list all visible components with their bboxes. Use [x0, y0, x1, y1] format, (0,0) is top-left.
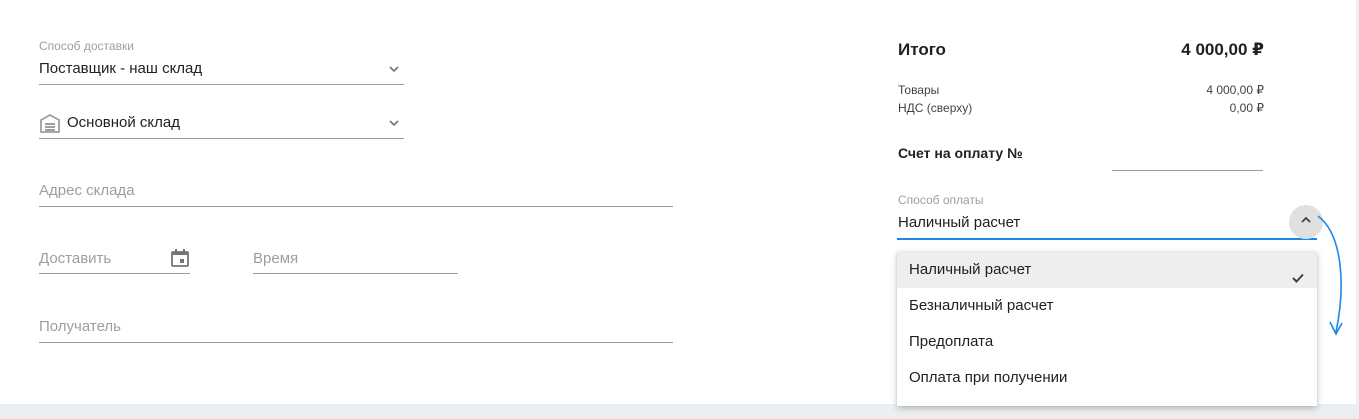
warehouse-address-underline	[39, 206, 673, 207]
delivery-date-placeholder: Доставить	[39, 250, 112, 267]
recipient-underline	[39, 342, 673, 343]
payment-option-cashless[interactable]: Безналичный расчет	[897, 288, 1317, 324]
payment-method-dropdown: Наличный расчет Безналичный расчет Предо…	[897, 252, 1317, 406]
check-icon	[1291, 263, 1305, 283]
payment-option-label: Оплата при получении	[909, 369, 1068, 386]
scroll-hint-arrow-icon	[1317, 215, 1343, 336]
invoice-label: Счет на оплату №	[898, 145, 1023, 161]
payment-option-on-delivery[interactable]: Оплата при получении	[897, 360, 1317, 396]
warehouse-value: Основной склад	[67, 114, 181, 131]
payment-method-value[interactable]: Наличный расчет	[898, 214, 1020, 231]
warehouse-icon	[39, 112, 61, 134]
payment-option-label: Безналичный расчет	[909, 297, 1054, 314]
delivery-time-input[interactable]: Время	[253, 246, 458, 276]
chevron-up-icon	[1300, 213, 1312, 231]
payment-option-prepayment[interactable]: Предоплата	[897, 324, 1317, 360]
recipient-input[interactable]: Получатель	[39, 316, 673, 344]
delivery-time-placeholder: Время	[253, 250, 299, 267]
payment-option-label: Предоплата	[909, 333, 994, 350]
recipient-placeholder: Получатель	[39, 318, 121, 335]
summary-total: 4 000,00 ₽	[1181, 40, 1264, 59]
payment-option-cash[interactable]: Наличный расчет	[897, 252, 1317, 288]
page-footer-strip	[0, 404, 1359, 419]
payment-option-label: Наличный расчет	[909, 261, 1032, 278]
chevron-down-icon[interactable]	[388, 63, 400, 75]
delivery-method-underline	[39, 84, 404, 85]
delivery-time-underline	[253, 273, 458, 274]
payment-method-label: Способ оплаты	[898, 193, 984, 207]
delivery-date-underline	[39, 273, 190, 274]
delivery-method-select[interactable]: Способ доставки Поставщик - наш склад	[39, 39, 404, 85]
goods-value: 4 000,00 ₽	[1206, 83, 1264, 97]
vat-value: 0,00 ₽	[1229, 101, 1264, 115]
delivery-method-value: Поставщик - наш склад	[39, 60, 203, 77]
warehouse-address-input[interactable]: Адрес склада	[39, 180, 673, 208]
invoice-number-input[interactable]	[1112, 170, 1263, 171]
delivery-method-label: Способ доставки	[39, 39, 134, 53]
summary-title: Итого	[898, 40, 946, 59]
delivery-date-input[interactable]: Доставить	[39, 246, 190, 276]
warehouse-underline	[39, 138, 404, 139]
vat-label: НДС (сверху)	[898, 101, 973, 115]
warehouse-select[interactable]: Основной склад	[39, 108, 404, 140]
goods-label: Товары	[898, 83, 940, 97]
payment-method-underline	[897, 238, 1317, 240]
calendar-icon[interactable]	[170, 248, 190, 268]
warehouse-address-placeholder: Адрес склада	[39, 182, 135, 199]
chevron-down-icon[interactable]	[388, 117, 400, 129]
